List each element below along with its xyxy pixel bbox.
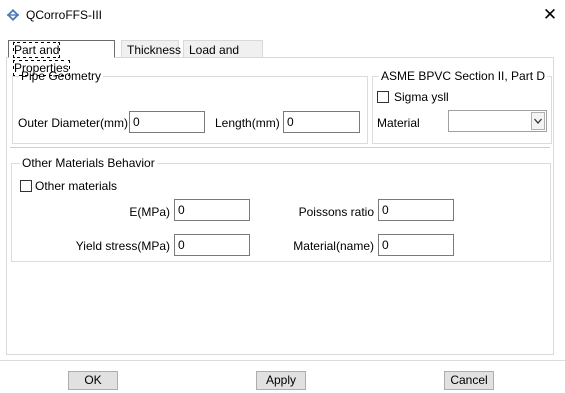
tab-label: Part and Properties [13, 42, 70, 76]
outer-diameter-input[interactable]: 0 [129, 111, 205, 133]
chevron-down-icon [534, 118, 542, 124]
section-divider [10, 147, 550, 148]
poissons-ratio-label: Poissons ratio [298, 205, 374, 219]
ok-button[interactable]: OK [68, 371, 118, 390]
material-name-input[interactable]: 0 [378, 234, 454, 256]
tab-thickness[interactable]: Thickness [121, 40, 182, 58]
tab-label: Thickness [127, 43, 182, 57]
e-mpa-input[interactable]: 0 [174, 199, 250, 221]
sigma-ysll-checkbox[interactable] [377, 91, 389, 103]
other-materials-checkbox[interactable] [20, 180, 32, 192]
cancel-button[interactable]: Cancel [444, 371, 494, 390]
e-mpa-label: E(MPa) [129, 205, 170, 219]
apply-button[interactable]: Apply [256, 371, 306, 390]
outer-diameter-label: Outer Diameter(mm) [18, 116, 129, 130]
window-title: QCorroFFS-III [26, 8, 103, 22]
pipe-geometry-group [12, 76, 368, 144]
material-name-label: Material(name) [293, 239, 374, 253]
button-bar-separator [0, 360, 565, 361]
other-materials-title: Other Materials Behavior [20, 156, 157, 170]
material-dropdown-button[interactable] [531, 112, 545, 130]
asme-title: ASME BPVC Section II, Part D [379, 69, 548, 83]
yield-stress-label: Yield stress(MPa) [75, 239, 170, 253]
other-materials-label: Other materials [35, 179, 118, 193]
tab-part-and-properties[interactable]: Part and Properties [8, 40, 115, 76]
poissons-ratio-input[interactable]: 0 [378, 199, 454, 221]
tab-load-and-job[interactable]: Load and Job [183, 40, 263, 75]
close-icon[interactable]: ✕ [540, 5, 560, 25]
length-label: Length(mm) [215, 116, 280, 130]
app-icon [7, 9, 19, 21]
length-input[interactable]: 0 [283, 111, 360, 133]
sigma-ysll-label: Sigma ysll [394, 90, 449, 104]
yield-stress-input[interactable]: 0 [174, 234, 250, 256]
material-label: Material [377, 116, 420, 130]
